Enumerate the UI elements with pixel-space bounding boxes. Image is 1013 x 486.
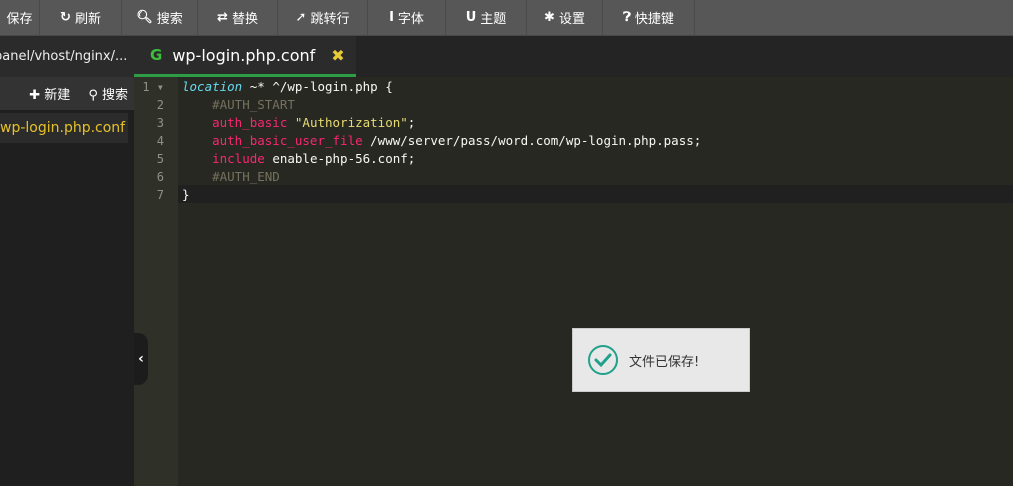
- toolbar-button-7[interactable]: ✱ 设置: [527, 0, 603, 35]
- toolbar-button-5[interactable]: I 字体: [368, 0, 446, 35]
- code-token: enable-php-56.conf;: [264, 151, 416, 166]
- close-tab-icon[interactable]: ✖: [331, 46, 344, 65]
- code-token: location: [182, 79, 243, 94]
- toolbar-button-8[interactable]: ❓︎ 快捷键: [603, 0, 695, 35]
- line-number: 6: [156, 170, 164, 184]
- plus-icon: ✚: [29, 88, 41, 103]
- sidebar-header: ✚ 新建 ⚲ 搜索: [0, 77, 134, 110]
- code-token: /www/server/pass/word.com/wp-login.php.p…: [362, 133, 702, 148]
- success-check-icon: [588, 345, 618, 375]
- code-line[interactable]: }: [182, 186, 190, 204]
- toolbar-icon-1: ↻: [60, 10, 71, 25]
- toolbar-label: 设置: [558, 12, 585, 27]
- toolbar-button-3[interactable]: ⇄ 替换: [198, 0, 278, 35]
- toolbar-button-4[interactable]: ➚ 跳转行: [278, 0, 368, 35]
- toolbar-button-2[interactable]: 🔍︎ 搜索: [122, 0, 198, 35]
- toolbar-icon-2: 🔍︎: [136, 10, 153, 25]
- code-token: ;: [407, 115, 416, 130]
- line-number: 4: [156, 134, 164, 148]
- code-token: "Authorization": [294, 115, 408, 130]
- tab-bar: panel/vhost/nginx/... G wp-login.php.con…: [0, 36, 1013, 77]
- toolbar-icon-8: ❓︎: [623, 10, 631, 25]
- save-toast: 文件已保存!: [572, 328, 750, 392]
- search-icon: ⚲: [88, 88, 98, 103]
- toolbar: 保存 ↻ 刷新 🔍︎ 搜索 ⇄ 替换 ➚ 跳转行 I 字体 U 主题 ✱ 设置 ❓︎ 快捷键: [0, 0, 1013, 36]
- toolbar-button-0[interactable]: 保存: [0, 0, 40, 35]
- file-type-icon: G: [150, 46, 163, 64]
- tab-title: wp-login.php.conf: [172, 45, 316, 65]
- toolbar-icon-6: U: [465, 10, 477, 25]
- toolbar-label: 主题: [480, 12, 507, 27]
- code-token: #AUTH_START: [182, 97, 295, 112]
- toolbar-icon-7: ✱: [544, 10, 555, 25]
- toolbar-label: 保存: [6, 12, 33, 27]
- file-item[interactable]: wp-login.php.conf: [0, 113, 128, 143]
- toolbar-button-6[interactable]: U 主题: [446, 0, 527, 35]
- toolbar-label: 字体: [397, 12, 424, 27]
- file-sidebar: ✚ 新建 ⚲ 搜索 wp-login.php.conf: [0, 77, 134, 486]
- toolbar-button-1[interactable]: ↻ 刷新: [40, 0, 122, 35]
- toolbar-label: 刷新: [74, 12, 101, 27]
- code-line[interactable]: include enable-php-56.conf;: [182, 150, 415, 168]
- search-file-button[interactable]: ⚲ 搜索: [88, 84, 128, 103]
- code-token: #AUTH_END: [182, 169, 280, 184]
- line-number: 5: [156, 152, 164, 166]
- toolbar-label: 替换: [231, 12, 258, 27]
- toolbar-icon-4: ➚: [295, 10, 307, 25]
- line-number: 2: [156, 98, 164, 112]
- code-token: auth_basic_user_file: [182, 133, 363, 148]
- code-line[interactable]: auth_basic_user_file /www/server/pass/wo…: [182, 132, 701, 150]
- code-token: include: [182, 151, 265, 166]
- code-line[interactable]: #AUTH_START: [182, 96, 295, 114]
- toolbar-icon-3: ⇄: [217, 10, 228, 25]
- code-line[interactable]: location ~* ^/wp-login.php {: [182, 78, 393, 96]
- code-token: auth_basic: [182, 115, 288, 130]
- collapse-sidebar-button[interactable]: ‹: [134, 333, 148, 385]
- toolbar-label: 快捷键: [634, 12, 674, 27]
- code-line[interactable]: #AUTH_END: [182, 168, 280, 186]
- tab-wp-login-conf[interactable]: G wp-login.php.conf ✖: [134, 36, 356, 77]
- toolbar-label: 跳转行: [310, 12, 350, 27]
- code-line[interactable]: auth_basic "Authorization";: [182, 114, 415, 132]
- line-number: 7: [156, 188, 164, 202]
- toast-message: 文件已保存!: [629, 354, 700, 370]
- line-number: 1 ▾: [142, 80, 164, 94]
- toolbar-icon-5: I: [389, 10, 394, 25]
- line-number: 3: [156, 116, 164, 130]
- code-token: ~* ^/wp-login.php {: [242, 79, 393, 94]
- code-token: }: [182, 187, 190, 202]
- new-file-button[interactable]: ✚ 新建: [29, 84, 70, 103]
- file-path[interactable]: panel/vhost/nginx/...: [0, 36, 134, 77]
- chevron-left-icon: ‹: [138, 351, 144, 367]
- toolbar-label: 搜索: [156, 12, 183, 27]
